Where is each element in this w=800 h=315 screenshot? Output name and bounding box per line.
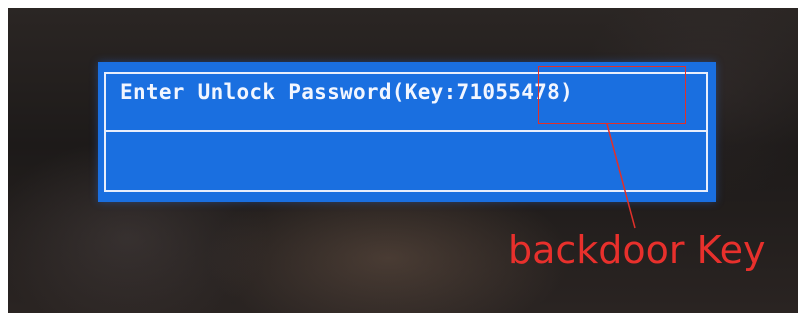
photo-frame: Enter Unlock Password(Key:71055478) back… (0, 0, 800, 315)
backdoor-key-annotation: backdoor Key (508, 228, 766, 272)
unlock-password-prompt: Enter Unlock Password(Key:71055478) (120, 80, 574, 104)
key-highlight-box (538, 66, 686, 124)
unlock-password-input[interactable] (106, 128, 694, 170)
